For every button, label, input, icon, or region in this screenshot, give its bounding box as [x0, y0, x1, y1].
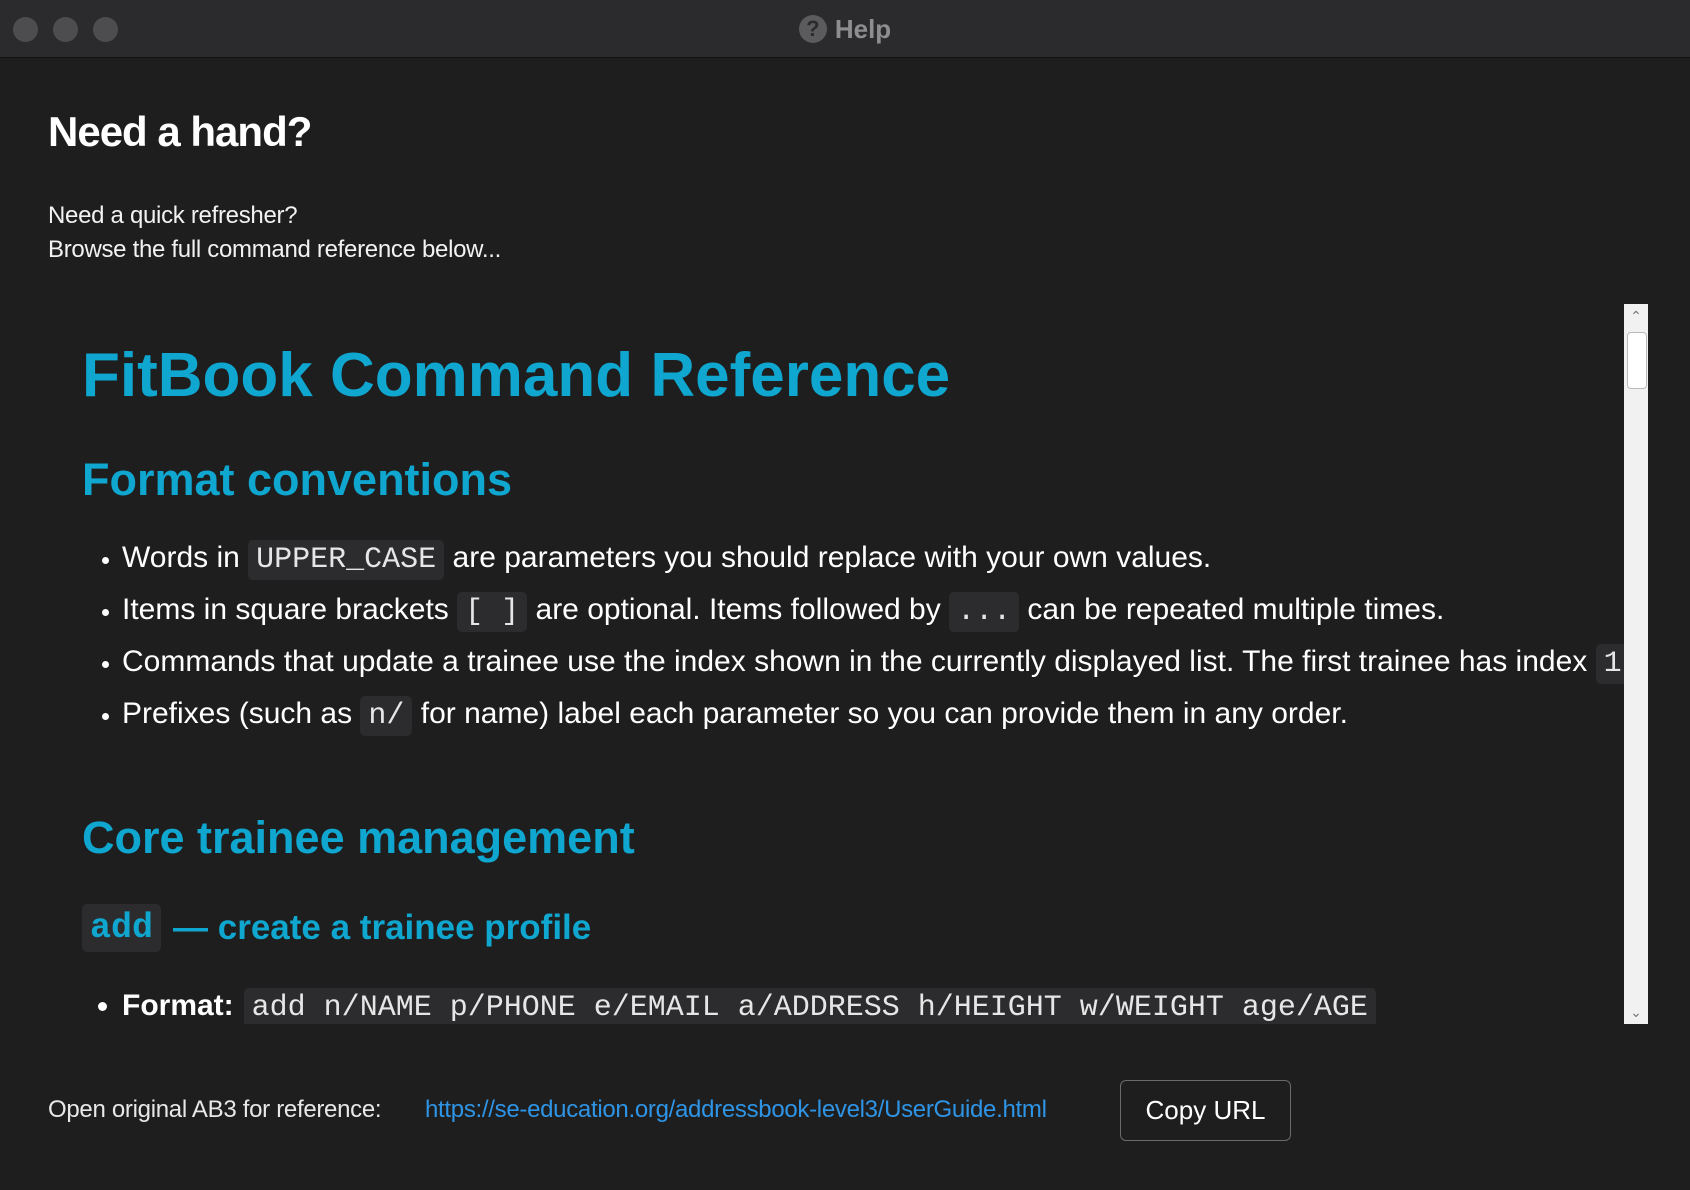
command-code: add — [82, 904, 162, 952]
intro-line-2: Browse the full command reference below.… — [48, 236, 501, 263]
command-reference-view[interactable]: FitBook Command Reference Format convent… — [48, 304, 1649, 1024]
conventions-list: Words in UPPER_CASE are parameters you s… — [82, 540, 1649, 748]
intro-line-1: Need a quick refresher? — [48, 202, 298, 229]
title-bar: ? Help — [0, 0, 1690, 58]
inline-code: [ ] — [457, 592, 528, 632]
section-format-conventions: Format conventions — [82, 454, 513, 505]
section-core-trainee-management: Core trainee management — [82, 812, 635, 863]
inline-code: ... — [949, 592, 1020, 632]
list-item: Prefixes (such as n/ for name) label eac… — [122, 696, 1649, 736]
list-item: Commands that update a trainee use the i… — [122, 644, 1649, 684]
window-title: Help — [834, 13, 892, 44]
list-item: Items in square brackets [ ] are optiona… — [122, 592, 1649, 632]
doc-title: FitBook Command Reference — [82, 341, 951, 410]
scroll-up-arrow-icon[interactable]: ⌃ — [1624, 304, 1648, 328]
command-add-heading: add — create a trainee profile — [82, 904, 591, 952]
list-item: Format: add n/NAME p/PHONE e/EMAIL a/ADDR… — [122, 988, 1376, 1024]
vertical-scrollbar[interactable]: ⌃ ⌄ — [1624, 304, 1648, 1024]
inline-code: n/ — [360, 696, 413, 736]
inline-code: UPPER_CASE — [248, 540, 445, 580]
footer-label: Open original AB3 for reference: — [48, 1096, 382, 1123]
scrollbar-thumb[interactable] — [1627, 332, 1647, 389]
copy-url-button[interactable]: Copy URL — [1120, 1080, 1291, 1141]
help-circle-icon: ? — [798, 15, 827, 43]
format-list: Format: add n/NAME p/PHONE e/EMAIL a/ADDR… — [82, 988, 1376, 1024]
format-label: Format: — [122, 989, 234, 1022]
scroll-down-arrow-icon[interactable]: ⌄ — [1624, 1000, 1648, 1024]
page-heading: Need a hand? — [48, 108, 312, 155]
list-item: Words in UPPER_CASE are parameters you s… — [122, 540, 1649, 580]
format-code: add n/NAME p/PHONE e/EMAIL a/ADDRESS h/H… — [243, 988, 1376, 1024]
user-guide-link[interactable]: https://se-education.org/addressbook-lev… — [425, 1096, 1047, 1124]
command-title: — create a trainee profile — [173, 908, 592, 947]
